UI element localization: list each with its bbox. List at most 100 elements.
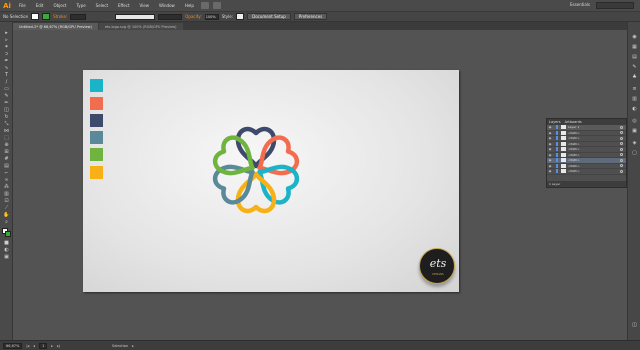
zoom-level-field[interactable]: 66,67% — [3, 342, 23, 349]
swatches-icon[interactable]: ▤ — [630, 54, 639, 61]
eyedropper-tool-icon[interactable]: ⌐ — [2, 170, 11, 176]
color-guide-icon[interactable]: ▦ — [630, 44, 639, 51]
layer-row[interactable]: ◉ <Path> — [547, 169, 626, 175]
menu-object[interactable]: Object — [48, 3, 71, 8]
zoom-tool-icon[interactable]: ⌕ — [2, 219, 11, 225]
layers-icon[interactable]: ◈ — [630, 140, 639, 147]
visibility-eye-icon[interactable]: ◉ — [547, 125, 553, 129]
layer-name[interactable]: <Path> — [568, 169, 580, 173]
pencil-tool-icon[interactable]: ✏ — [2, 100, 11, 106]
stroke-label[interactable]: Stroke: — [53, 14, 67, 19]
target-circle-icon[interactable] — [620, 147, 623, 151]
stroke-weight-field[interactable] — [70, 13, 87, 20]
symbols-icon[interactable]: ♣ — [630, 74, 639, 81]
target-circle-icon[interactable] — [620, 164, 623, 168]
menu-edit[interactable]: Edit — [31, 3, 49, 8]
document-setup-button[interactable]: Document Setup — [247, 13, 291, 20]
visibility-eye-icon[interactable]: ◉ — [547, 153, 553, 157]
eraser-tool-icon[interactable]: ◫ — [2, 107, 11, 113]
mesh-tool-icon[interactable]: # — [2, 156, 11, 162]
target-circle-icon[interactable] — [620, 153, 623, 157]
workspace-switcher[interactable]: Essentials — [570, 2, 590, 7]
clover-heart-loop[interactable] — [235, 171, 277, 214]
opacity-field[interactable]: 100% — [204, 13, 219, 20]
fill-swatch[interactable] — [31, 13, 40, 20]
layer-name[interactable]: Layer 1 — [568, 125, 579, 129]
menu-help[interactable]: Help — [180, 3, 199, 8]
direct-selection-tool-icon[interactable]: ▹ — [2, 37, 11, 43]
tab-layers[interactable]: Layers — [549, 120, 561, 124]
target-circle-icon[interactable] — [620, 136, 623, 140]
layer-name[interactable]: <Path> — [568, 136, 580, 140]
visibility-eye-icon[interactable]: ◉ — [547, 131, 553, 135]
selection-tool-icon[interactable]: ▸ — [2, 30, 11, 36]
visibility-eye-icon[interactable]: ◉ — [547, 147, 553, 151]
free-transform-tool-icon[interactable]: ⬚ — [2, 135, 11, 141]
layer-name[interactable]: <Path> — [568, 147, 580, 151]
clover-heart-logo[interactable] — [83, 70, 459, 292]
help-search-input[interactable] — [596, 2, 634, 9]
visibility-eye-icon[interactable]: ◉ — [547, 136, 553, 140]
preferences-button[interactable]: Preferences — [293, 13, 328, 20]
brush-definition[interactable] — [158, 13, 183, 20]
layer-name[interactable]: <Path> — [568, 142, 580, 146]
artboards-icon[interactable]: ▢ — [630, 150, 639, 157]
target-circle-icon[interactable] — [620, 131, 623, 135]
first-artboard-icon[interactable]: |◂ — [26, 344, 29, 348]
stroke-panel-icon[interactable]: ≡ — [630, 86, 639, 93]
menu-view[interactable]: View — [135, 3, 155, 8]
layer-name[interactable]: <Path> — [568, 158, 580, 162]
variable-width-profile[interactable] — [115, 13, 156, 20]
opacity-label[interactable]: Opacity: — [185, 14, 201, 19]
status-menu-icon[interactable]: ▸ — [132, 344, 134, 348]
ets-logo-badge[interactable]: ets DESIGNS — [419, 248, 455, 284]
visibility-eye-icon[interactable]: ◉ — [547, 164, 553, 168]
graphic-styles-icon[interactable]: ▣ — [630, 128, 639, 135]
stroke-color-icon[interactable] — [5, 231, 11, 237]
layer-name[interactable]: <Path> — [568, 153, 580, 157]
magic-wand-tool-icon[interactable]: ✶ — [2, 44, 11, 50]
visibility-eye-icon[interactable]: ◉ — [547, 169, 553, 173]
perspective-grid-tool-icon[interactable]: ⊞ — [2, 149, 11, 155]
menu-file[interactable]: File — [14, 3, 31, 8]
lasso-tool-icon[interactable]: ɔ — [2, 51, 11, 57]
tab-untitled-2[interactable]: Untitled-2* @ 66,67% (RGB/GPU Preview) — [13, 23, 98, 30]
clover-heart-loop[interactable] — [235, 126, 277, 169]
color-mode-icon[interactable]: ■ — [2, 240, 11, 246]
artboard[interactable] — [83, 70, 459, 292]
hand-tool-icon[interactable]: ✋ — [2, 212, 11, 218]
pen-tool-icon[interactable]: ✒ — [2, 58, 11, 64]
appearance-icon[interactable]: ◎ — [630, 118, 639, 125]
width-tool-icon[interactable]: ⋈ — [2, 128, 11, 134]
target-circle-icon[interactable] — [620, 125, 623, 129]
target-circle-icon[interactable] — [620, 169, 623, 173]
target-circle-icon[interactable] — [620, 142, 623, 146]
arrange-documents-icon[interactable] — [212, 2, 221, 9]
layer-name[interactable]: <Path> — [568, 131, 580, 135]
layer-name[interactable]: <Path> — [568, 164, 580, 168]
tab-ets-logo[interactable]: ets-logo.svg @ 100% (RGB/GPU Preview) — [98, 23, 183, 30]
visibility-eye-icon[interactable]: ◉ — [547, 158, 553, 162]
paintbrush-tool-icon[interactable]: ✎ — [2, 93, 11, 99]
scale-tool-icon[interactable]: ⤡ — [2, 121, 11, 127]
type-tool-icon[interactable]: T — [2, 72, 11, 78]
rectangle-tool-icon[interactable]: ▭ — [2, 86, 11, 92]
menu-effect[interactable]: Effect — [113, 3, 135, 8]
menu-select[interactable]: Select — [91, 3, 113, 8]
last-artboard-icon[interactable]: ▸| — [57, 344, 60, 348]
tab-artboards[interactable]: Artboards — [565, 120, 582, 124]
shape-builder-tool-icon[interactable]: ⊕ — [2, 142, 11, 148]
prev-artboard-icon[interactable]: ◂ — [33, 344, 35, 348]
menu-window[interactable]: Window — [154, 3, 180, 8]
screen-mode-icon[interactable]: ▣ — [2, 254, 11, 260]
slice-tool-icon[interactable]: ⟋ — [2, 205, 11, 211]
next-artboard-icon[interactable]: ▸ — [51, 344, 53, 348]
column-graph-tool-icon[interactable]: ▥ — [2, 191, 11, 197]
artboard-tool-icon[interactable]: ⊡ — [2, 198, 11, 204]
graphic-style-swatch[interactable] — [236, 13, 245, 20]
rotate-tool-icon[interactable]: ↻ — [2, 114, 11, 120]
menu-type[interactable]: Type — [71, 3, 90, 8]
brushes-icon[interactable]: ✎ — [630, 64, 639, 71]
color-panel-icon[interactable]: ◉ — [630, 34, 639, 41]
gradient-tool-icon[interactable]: ▤ — [2, 163, 11, 169]
